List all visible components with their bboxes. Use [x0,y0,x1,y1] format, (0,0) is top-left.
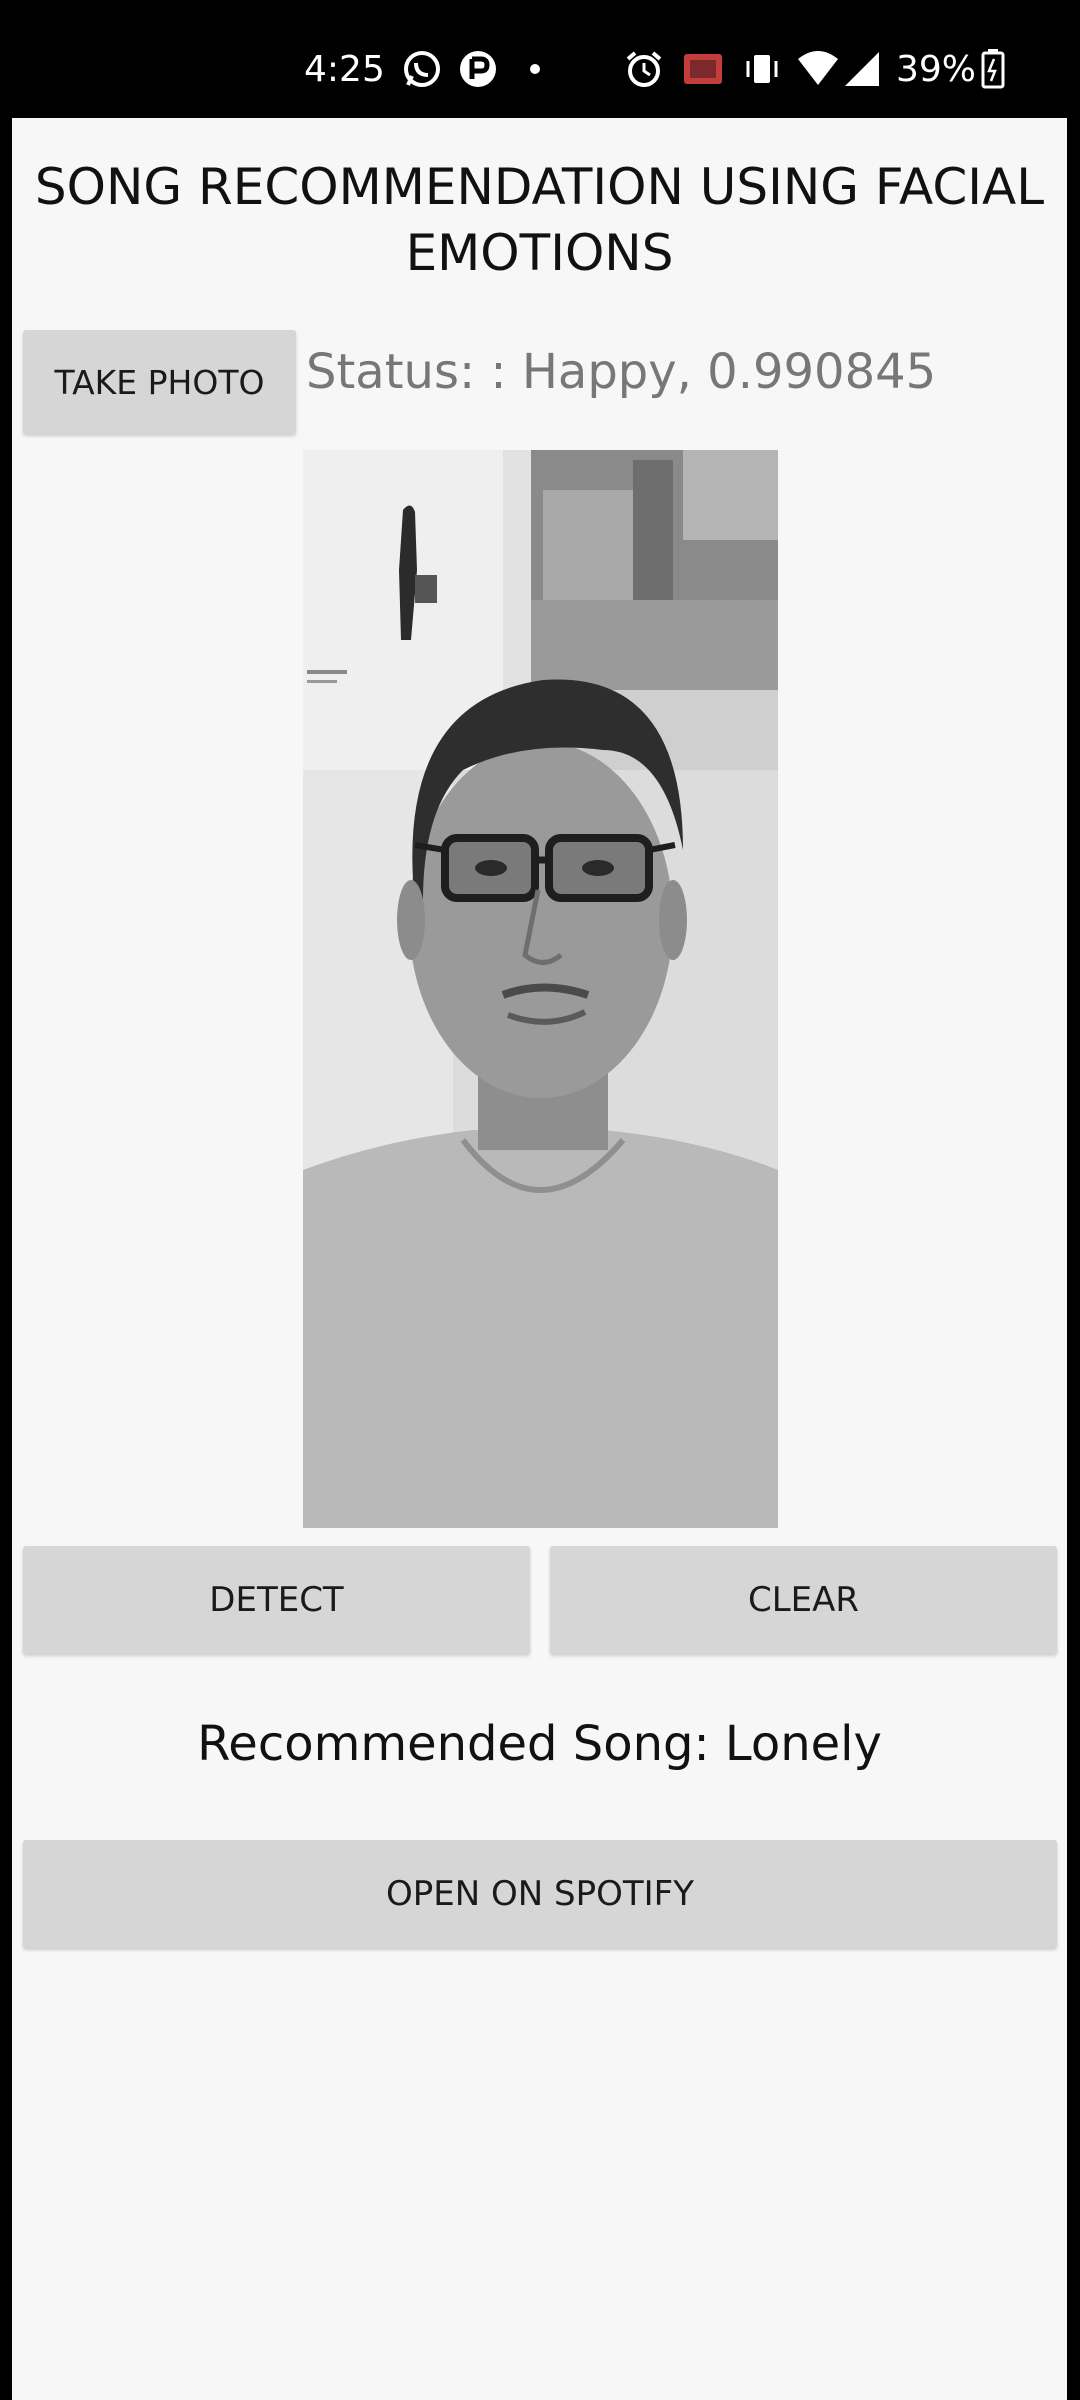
battery-percent: 39% [896,48,977,90]
screen-edge [1067,118,1080,2400]
take-photo-button[interactable]: TAKE PHOTO [23,330,296,434]
page-title: SONG RECOMMENDATION USING FACIAL EMOTION… [34,158,1045,282]
status-label: Status: : Happy, 0.990845 [306,344,937,400]
status-bar: 4:25 39% [0,0,1080,118]
vibrate-icon [740,44,784,94]
screen: 4:25 39% SONG RECOMMENDATION USING FACIA… [0,0,1080,2400]
alarm-icon [622,44,666,94]
dot-icon [525,44,545,94]
whatsapp-icon [400,44,444,94]
clear-button[interactable]: CLEAR [550,1546,1057,1654]
status-time: 4:25 [304,48,385,90]
signal-icon [842,44,882,94]
cast-icon [680,44,726,94]
wifi-icon [796,44,840,94]
battery-icon [980,44,1006,94]
open-on-spotify-button[interactable]: OPEN ON SPOTIFY [23,1840,1057,1948]
detect-button[interactable]: DETECT [23,1546,530,1654]
app-content: SONG RECOMMENDATION USING FACIAL EMOTION… [12,118,1067,2400]
captured-photo [303,450,778,1528]
recommended-song-label: Recommended Song: Lonely [197,1716,882,1772]
app-notification-icon [456,44,500,94]
